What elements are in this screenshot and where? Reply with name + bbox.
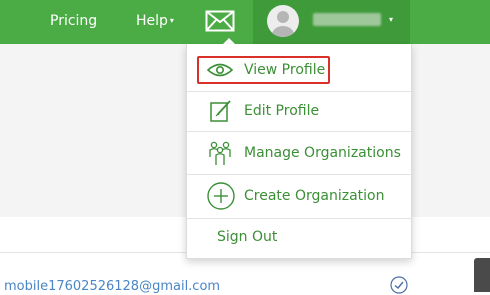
menu-item-edit-profile[interactable]: Edit Profile [187, 92, 411, 130]
nav-help-menu[interactable]: Help ▾ [136, 12, 174, 30]
username-redacted [313, 13, 381, 26]
plus-circle-icon [207, 182, 235, 210]
profile-dropdown-menu: View Profile Edit Profile Manage Organiz… [186, 44, 412, 259]
menu-item-label: Edit Profile [244, 103, 320, 119]
user-silhouette-icon [272, 11, 294, 37]
chevron-down-icon: ▾ [169, 16, 174, 25]
verified-check-icon [390, 276, 408, 294]
menu-item-manage-organizations[interactable]: Manage Organizations [187, 132, 411, 174]
menu-item-label: Sign Out [217, 229, 278, 245]
menu-item-label: Manage Organizations [244, 145, 401, 161]
people-icon [209, 141, 231, 165]
nav-pricing-link[interactable]: Pricing [50, 12, 97, 30]
menu-item-sign-out[interactable]: Sign Out [187, 219, 411, 257]
menu-item-create-organization[interactable]: Create Organization [187, 175, 411, 217]
top-nav-bar: Pricing Help ▾ ▾ [0, 0, 490, 44]
mail-icon[interactable] [205, 10, 235, 32]
account-email: mobile17602526128@gmail.com [4, 279, 221, 294]
scroll-handle[interactable] [474, 258, 490, 292]
profile-menu-toggle[interactable]: ▾ [253, 0, 410, 44]
highlight-box [197, 56, 330, 84]
edit-icon [210, 100, 231, 122]
chevron-down-icon: ▾ [389, 15, 394, 24]
nav-help-label: Help [136, 13, 168, 29]
menu-item-label: Create Organization [244, 188, 385, 204]
avatar [267, 5, 299, 37]
